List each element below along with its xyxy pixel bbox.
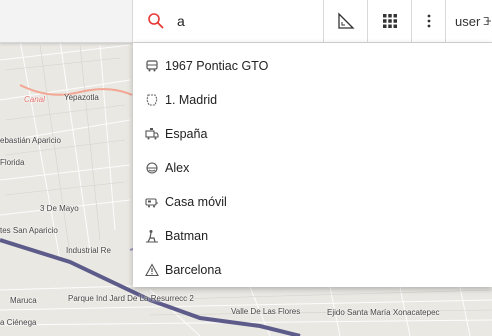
grid-icon [383, 14, 397, 28]
result-item[interactable]: Barcelona [133, 253, 492, 287]
search-input[interactable] [177, 10, 307, 32]
result-item[interactable]: 1967 Pontiac GTO [133, 49, 492, 83]
helmet-icon [146, 162, 158, 174]
search-box[interactable] [133, 0, 323, 42]
user-menu-button[interactable]: user [445, 0, 492, 42]
worker-icon [146, 230, 158, 243]
result-label: Casa móvil [165, 195, 227, 209]
apps-grid-button[interactable] [367, 0, 412, 42]
ruler-icon [338, 12, 355, 29]
search-icon[interactable] [147, 12, 165, 30]
camper-icon [145, 198, 158, 208]
more-vertical-icon [427, 14, 431, 28]
logout-icon [484, 16, 492, 26]
user-label: user [455, 13, 481, 29]
map-label-cienega: a Ciénega [0, 318, 37, 327]
map-label-maruca: Maruca [10, 296, 37, 305]
result-item[interactable]: Alex [133, 151, 492, 185]
result-item[interactable]: España [133, 117, 492, 151]
map-label-canal: Canal [24, 95, 45, 104]
search-results-dropdown: 1967 Pontiac GTO 1. Madrid España Alex C… [133, 43, 492, 287]
region-icon [146, 94, 158, 106]
map-label-parque: Parque Ind Jard De La Resurrecc 2 [68, 294, 194, 303]
map-label-florida: Florida [0, 158, 25, 167]
top-toolbar: user [0, 0, 492, 43]
map-label-yepazotla: Yepazotla [64, 93, 99, 102]
result-item[interactable]: Batman [133, 219, 492, 253]
more-options-button[interactable] [411, 0, 446, 42]
result-label: 1967 Pontiac GTO [165, 59, 269, 73]
truck-icon [145, 128, 159, 140]
toolbar-left-panel [0, 0, 133, 42]
map-label-3-de-mayo: 3 De Mayo [40, 204, 79, 213]
bus-icon [146, 60, 158, 72]
map-label-ejido: Ejido Santa María Xonacatepec [327, 308, 440, 317]
result-label: 1. Madrid [165, 93, 218, 107]
result-label: Barcelona [165, 263, 222, 277]
map-label-industrial: Industrial Re [66, 246, 111, 255]
measure-button[interactable] [323, 0, 368, 42]
result-label: Alex [165, 161, 190, 175]
result-item[interactable]: Casa móvil [133, 185, 492, 219]
warning-icon [145, 263, 159, 277]
result-label: España [165, 127, 208, 141]
map-label-valle: Valle De Las Flores [231, 307, 301, 316]
result-label: Batman [165, 229, 209, 243]
result-item[interactable]: 1. Madrid [133, 83, 492, 117]
map-label-sebastian: ebastián Aparicio [0, 136, 61, 145]
map-label-san-aparicio: tes San Aparicio [0, 226, 58, 235]
